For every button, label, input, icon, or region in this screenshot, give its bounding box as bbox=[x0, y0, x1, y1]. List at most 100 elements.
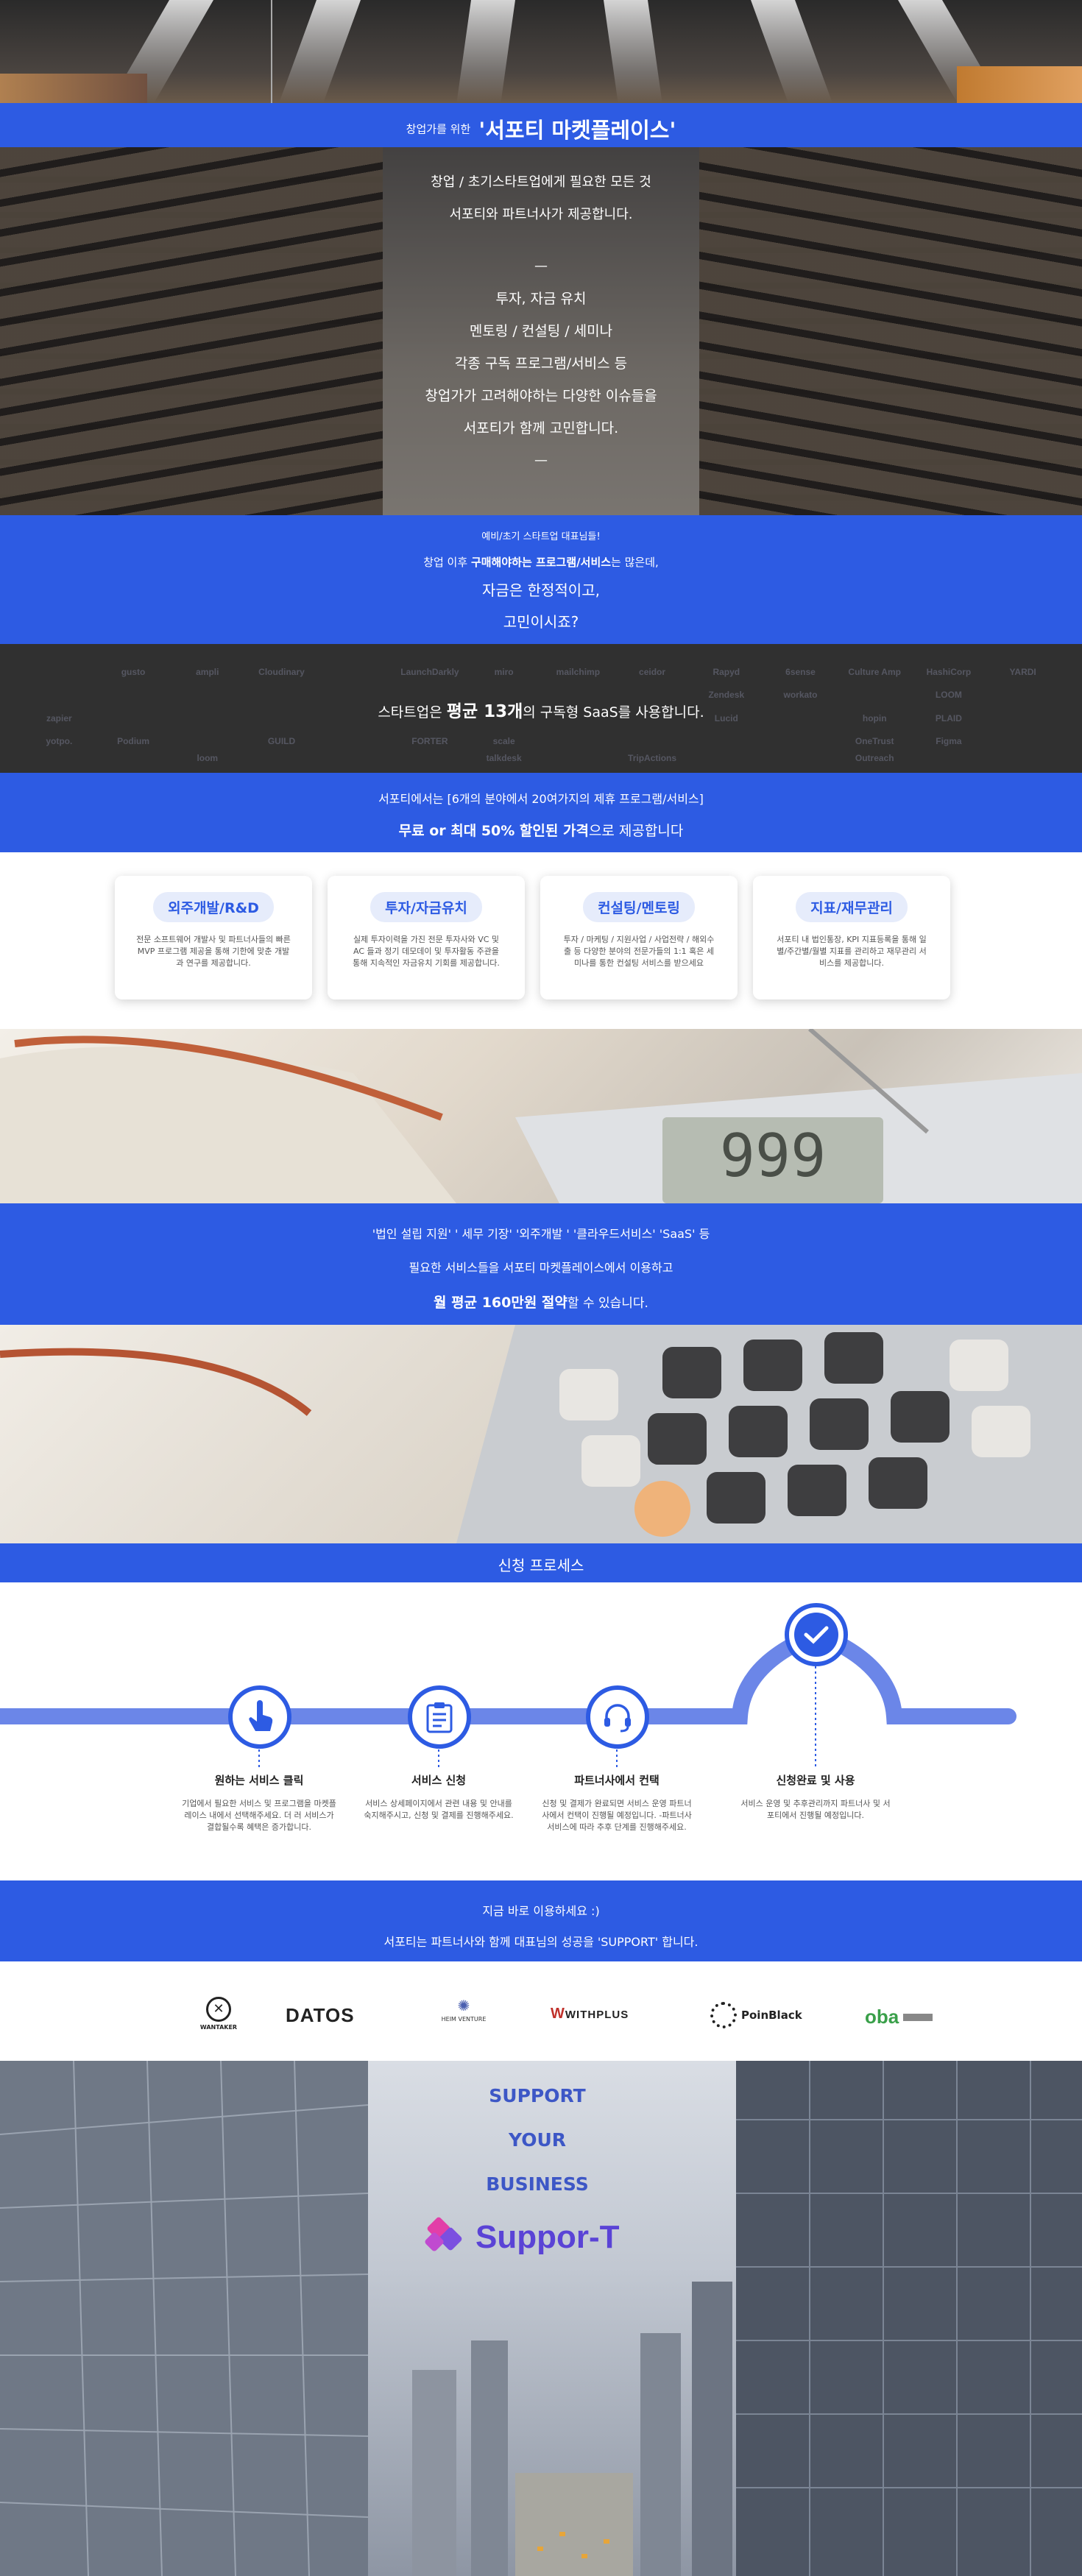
card-development-desc: 전문 소프트웨어 개발사 및 파트너사들의 빠른 MVP 프로그램 제공을 통해… bbox=[136, 935, 291, 968]
calculator-image-top: 999 bbox=[0, 1029, 1082, 1203]
card-investment-title: 투자/자금유치 bbox=[370, 892, 482, 922]
calculator-display: 999 bbox=[720, 1122, 827, 1190]
hero-issue-1: 투자, 자금 유치 bbox=[495, 291, 587, 307]
hero-intro-line2: 서포티와 파트너사가 제공합니다. bbox=[449, 207, 633, 222]
step-4-desc: 서비스 운영 및 추후관리까지 파트너사 및 서포티에서 진행될 예정입니다. bbox=[740, 1799, 891, 1820]
saas-logo-wall: gustoampliCloudinaryLaunchDarklymiromail… bbox=[0, 644, 1082, 773]
card-investment[interactable]: 투자/자금유치 실제 투자이력을 가진 전문 투자사와 VC 및 AC 들과 정… bbox=[328, 876, 525, 999]
concern-line1-bold: 구매해야하는 프로그램/서비스 bbox=[470, 556, 612, 569]
partner-wantaker-label: WANTAKER bbox=[199, 2024, 238, 2031]
step-2-clipboard-icon bbox=[408, 1685, 471, 1749]
cta-line2: 서포티는 파트너사와 함께 대표님의 성공을 'SUPPORT' 합니다. bbox=[383, 1935, 699, 1949]
brand-mark-icon bbox=[425, 2217, 462, 2251]
step-1-hand-click-icon bbox=[228, 1685, 291, 1749]
hero-issue-3: 각종 구독 프로그램/서비스 등 bbox=[454, 355, 628, 372]
process-heading-bar: 신청 프로세스 bbox=[0, 1543, 1082, 1582]
process-diagram: 원하는 서비스 클릭 기업에서 필요한 서비스 및 프로그램을 마켓플레이스 내… bbox=[0, 1582, 1082, 1880]
hero-issue-5: 서포티가 함께 고민합니다. bbox=[463, 420, 619, 436]
calculator-illustration-top: 999 bbox=[0, 1029, 1082, 1203]
step-2-title: 서비스 신청 bbox=[411, 1774, 467, 1787]
partner-oba-logo[interactable]: oba bbox=[865, 2006, 953, 2028]
partner-heim-label: HEIM VENTURE bbox=[441, 2016, 487, 2023]
step-1-desc: 기업에서 필요한 서비스 및 프로그램을 마켓플레이스 내에서 선택해주세요. … bbox=[182, 1799, 336, 1832]
brand-name: Suppor-T bbox=[475, 2219, 620, 2255]
process-timeline bbox=[0, 1625, 1016, 1768]
hero-title: '서포티 마켓플레이스' bbox=[478, 118, 676, 143]
card-finance-desc: 서포티 내 법인통장, KPI 지표등록을 통해 일별/주간별/월별 지표를 관… bbox=[777, 935, 927, 968]
concern-line2: 자금은 한정적이고, bbox=[482, 581, 600, 599]
hero-title-bar: 창업가를 위한 '서포티 마켓플레이스' bbox=[0, 103, 1082, 147]
brand-logo: Suppor-T bbox=[420, 2212, 670, 2263]
concern-line1: 창업 이후 구매해야하는 프로그램/서비스는 많은데, bbox=[0, 554, 1082, 570]
process-line bbox=[0, 1625, 1016, 1724]
savings-line3-bold: 월 평균 160만원 절약 bbox=[434, 1295, 567, 1311]
partner-withplus-label: WITHPLUS bbox=[565, 2009, 629, 2021]
partner-datos-logo[interactable]: DATOS bbox=[286, 2004, 374, 2027]
card-finance-title: 지표/재무관리 bbox=[796, 892, 908, 922]
hero-title-prefix: 창업가를 위한 bbox=[406, 122, 471, 136]
partner-oba-label: oba bbox=[865, 2006, 899, 2028]
card-finance[interactable]: 지표/재무관리 서포티 내 법인통장, KPI 지표등록을 통해 일별/주간별/… bbox=[753, 876, 950, 999]
step-3-desc: 신청 및 결제가 완료되면 서비스 운영 파트너사에서 컨택이 진행될 예정입니… bbox=[542, 1799, 692, 1832]
closing-word-2: YOUR bbox=[508, 2129, 566, 2151]
card-consulting[interactable]: 컨설팅/멘토링 투자 / 마케팅 / 지원사업 / 사업전략 / 해외수출 등 … bbox=[540, 876, 738, 999]
hero-ceiling-image bbox=[0, 0, 1082, 103]
concern-line1-c: 는 많은데, bbox=[611, 556, 659, 569]
partner-withplus-logo[interactable]: WWITHPLUS bbox=[551, 2006, 654, 2023]
partner-heim-logo[interactable]: ✺ HEIM VENTURE bbox=[431, 1997, 497, 2023]
step-2: 서비스 신청 서비스 상세페이지에서 관련 내용 및 안내를 숙지해주시고, 신… bbox=[361, 1772, 516, 1822]
concern-line1-a: 창업 이후 bbox=[423, 556, 471, 569]
calculator-image-bottom bbox=[0, 1325, 1082, 1543]
card-consulting-desc: 투자 / 마케팅 / 지원사업 / 사업전략 / 해외수출 등 다양한 분야의 … bbox=[563, 935, 715, 968]
offer-line2-bold: 무료 or 최대 50% 할인된 가격 bbox=[398, 823, 589, 839]
step-1: 원하는 서비스 클릭 기업에서 필요한 서비스 및 프로그램을 마켓플레이스 내… bbox=[182, 1772, 336, 1833]
savings-line1: '법인 설립 지원' ' 세무 기장' '외주개발 ' '클라우드서비스' 'S… bbox=[372, 1227, 710, 1241]
closing-city-image: SUPPORT YOUR BUSINESS Suppor-T bbox=[0, 2061, 1082, 2576]
concern-small: 예비/초기 스타트업 대표님들! bbox=[481, 531, 601, 542]
saas-text-a: 스타트업은 bbox=[378, 704, 447, 721]
offer-line2-rest: 으로 제공합니다 bbox=[588, 823, 684, 839]
step-4-check-icon bbox=[785, 1603, 848, 1666]
partner-poinblack-label: PoinBlack bbox=[741, 2009, 802, 2022]
step-2-desc: 서비스 상세페이지에서 관련 내용 및 안내를 숙지해주시고, 신청 및 결제를… bbox=[364, 1799, 514, 1820]
savings-line3-rest: 할 수 있습니다. bbox=[567, 1296, 648, 1311]
calculator-keypad-illustration bbox=[0, 1325, 1082, 1543]
partner-logos: ✕ WANTAKER DATOS ✺ HEIM VENTURE WWITHPLU… bbox=[0, 1961, 1082, 2061]
category-cards: 외주개발/R&D 전문 소프트웨어 개발사 및 파트너사들의 빠른 MVP 프로… bbox=[0, 852, 1082, 1029]
saas-statement: 스타트업은 평균 13개의 구독형 SaaS를 사용합니다. bbox=[0, 697, 1082, 722]
closing-slogan: SUPPORT YOUR BUSINESS bbox=[412, 2074, 662, 2207]
step-4: 신청완료 및 사용 서비스 운영 및 추후관리까지 파트너사 및 서포티에서 진… bbox=[738, 1772, 893, 1822]
hero-dash-bottom: — bbox=[534, 453, 548, 468]
savings-section: '법인 설립 지원' ' 세무 기장' '외주개발 ' '클라우드서비스' 'S… bbox=[0, 1203, 1082, 1325]
card-consulting-title: 컨설팅/멘토링 bbox=[583, 892, 695, 922]
partner-poinblack-logo[interactable]: PoinBlack bbox=[710, 2002, 813, 2028]
hero-dash-top: — bbox=[534, 258, 548, 274]
step-3: 파트너사에서 컨택 신청 및 결제가 완료되면 서비스 운영 파트너사에서 컨택… bbox=[540, 1772, 694, 1833]
hero-intro-line1: 창업 / 초기스타트업에게 필요한 모든 것 bbox=[431, 174, 651, 190]
card-development-title: 외주개발/R&D bbox=[153, 892, 274, 922]
card-investment-desc: 실제 투자이력을 가진 전문 투자사와 VC 및 AC 들과 정기 데모데이 및… bbox=[353, 935, 500, 968]
step-1-title: 원하는 서비스 클릭 bbox=[214, 1774, 304, 1787]
card-development[interactable]: 외주개발/R&D 전문 소프트웨어 개발사 및 파트너사들의 빠른 MVP 프로… bbox=[115, 876, 312, 999]
step-3-title: 파트너사에서 컨택 bbox=[574, 1774, 660, 1787]
hero-aisle-image: 창업 / 초기스타트업에게 필요한 모든 것 서포티와 파트너사가 제공합니다.… bbox=[0, 147, 1082, 515]
offer-line2: 무료 or 최대 50% 할인된 가격으로 제공합니다 bbox=[0, 820, 1082, 840]
closing-word-3: BUSINESS bbox=[486, 2173, 589, 2195]
cta-section: 지금 바로 이용하세요 :) 서포티는 파트너사와 함께 대표님의 성공을 'S… bbox=[0, 1880, 1082, 1961]
partner-datos-label: DATOS bbox=[286, 2004, 355, 2026]
partner-wantaker-logo[interactable]: ✕ WANTAKER bbox=[193, 1997, 244, 2031]
hero-issue-2: 멘토링 / 컨설팅 / 세미나 bbox=[469, 323, 613, 339]
saas-text-c: 의 구독형 SaaS를 사용합니다. bbox=[523, 704, 704, 721]
concern-line3: 고민이시죠? bbox=[503, 613, 579, 631]
savings-line3: 월 평균 160만원 절약할 수 있습니다. bbox=[0, 1292, 1082, 1312]
cta-line1: 지금 바로 이용하세요 :) bbox=[482, 1904, 600, 1918]
closing-word-1: SUPPORT bbox=[489, 2085, 586, 2106]
hero-issue-4: 창업가가 고려해야하는 다양한 이슈들을 bbox=[425, 388, 657, 404]
step-4-title: 신청완료 및 사용 bbox=[776, 1774, 855, 1787]
offer-line1: 서포티에서는 [6개의 분야에서 20여가지의 제휴 프로그램/서비스] bbox=[378, 792, 704, 806]
concern-section: 예비/초기 스타트업 대표님들! 창업 이후 구매해야하는 프로그램/서비스는 … bbox=[0, 515, 1082, 644]
saas-text-bold: 평균 13개 bbox=[446, 702, 523, 721]
step-3-headset-icon bbox=[586, 1685, 649, 1749]
offer-section: 서포티에서는 [6개의 분야에서 20여가지의 제휴 프로그램/서비스] 무료 … bbox=[0, 773, 1082, 852]
process-heading: 신청 프로세스 bbox=[498, 1557, 584, 1574]
